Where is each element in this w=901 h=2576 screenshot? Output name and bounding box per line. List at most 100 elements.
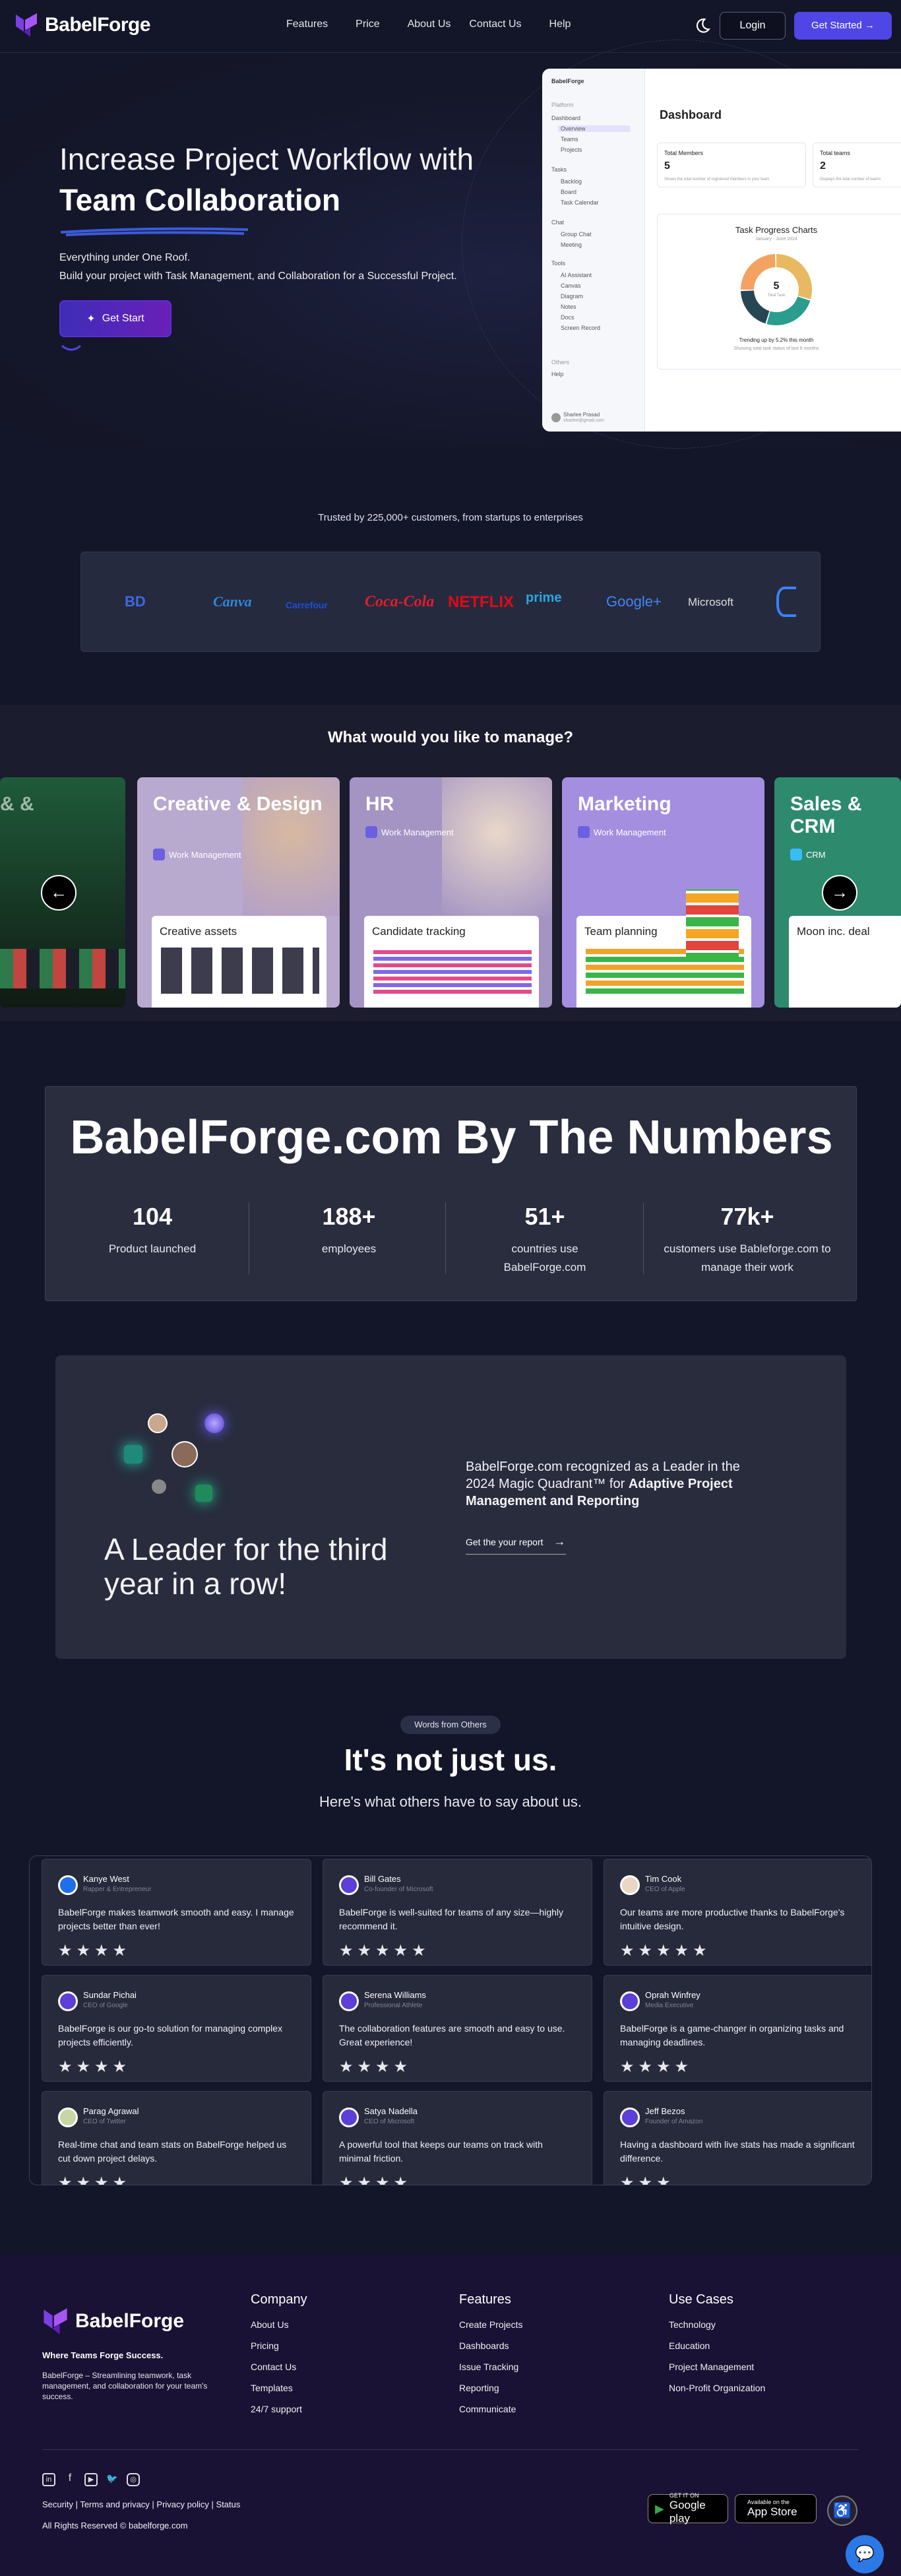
- footer-legal-links[interactable]: Security | Terms and privacy | Privacy p…: [42, 2499, 240, 2509]
- footer-link-education[interactable]: Education: [669, 2340, 765, 2362]
- work-management-icon: [153, 849, 165, 860]
- side-notes[interactable]: Notes: [561, 304, 576, 310]
- get-start-button[interactable]: ✦ Get Start: [59, 300, 171, 337]
- card-hr[interactable]: HR Work Management Candidate tracking: [350, 777, 552, 1008]
- stat-countries-label: countries use BabelForge.com: [503, 1242, 586, 1273]
- accessibility-button[interactable]: ♿: [827, 2496, 857, 2526]
- testimonial-quote: BabelForge is well-suited for teams of a…: [339, 1907, 564, 1931]
- testimonial-avatar: [58, 1991, 78, 2011]
- nav-link-contact[interactable]: Contact Us: [460, 18, 530, 30]
- dashboard-brand: BabelForge: [551, 78, 584, 84]
- get-started-button[interactable]: Get Started →: [794, 12, 892, 40]
- nav-links: Features Price About Us Contact Us Help: [277, 18, 589, 30]
- leader-chat-icon: [124, 1445, 142, 1464]
- side-backlog[interactable]: Backlog: [561, 178, 582, 185]
- dark-mode-moon-icon[interactable]: [694, 17, 711, 34]
- footer-link-communicate[interactable]: Communicate: [459, 2404, 522, 2425]
- testimonial-quote: Our teams are more productive thanks to …: [620, 1907, 845, 1931]
- card-creative-tag-label: Work Management: [169, 849, 241, 860]
- side-tasks[interactable]: Tasks: [551, 166, 567, 173]
- card-creative-design[interactable]: Creative & Design Work Management Creati…: [137, 777, 340, 1008]
- side-meeting[interactable]: Meeting: [561, 242, 582, 248]
- google-play-badge[interactable]: ▶ GET IT ON Google play: [648, 2492, 728, 2525]
- card-marketing[interactable]: Marketing Work Management Team planning: [562, 777, 764, 1008]
- sparkle-icon: ✦: [86, 313, 96, 325]
- testimonial-name: Jeff Bezos: [645, 2106, 685, 2116]
- stat-customers-value: 77k+: [720, 1203, 774, 1230]
- marketing-status-dropdown: [686, 889, 739, 962]
- appstore-small: Available on the: [747, 2499, 790, 2505]
- logo-prime: prime: [526, 591, 562, 605]
- side-screen-record[interactable]: Screen Record: [561, 325, 600, 331]
- side-tools[interactable]: Tools: [551, 260, 565, 267]
- side-projects[interactable]: Projects: [561, 146, 582, 153]
- logo-canva: Canva: [213, 593, 252, 610]
- footer-link-support[interactable]: 24/7 support: [251, 2404, 307, 2425]
- side-docs[interactable]: Docs: [561, 314, 575, 321]
- stat-products: 104 Product launched: [53, 1203, 251, 1258]
- footer-link-about[interactable]: About Us: [251, 2319, 307, 2340]
- carousel-prev-button[interactable]: ←: [41, 875, 77, 911]
- side-canvas[interactable]: Canvas: [561, 282, 581, 289]
- app-store-badge[interactable]: Available on the App Store: [735, 2494, 817, 2523]
- leader-lock-icon: [195, 1485, 212, 1502]
- logo-coca-cola: Coca-Cola: [365, 593, 435, 610]
- card-hr-pane: Candidate tracking: [364, 916, 539, 1008]
- footer-link-contact[interactable]: Contact Us: [251, 2362, 307, 2383]
- nav-link-about[interactable]: About Us: [398, 18, 460, 30]
- hero-line-2: Build your project with Task Management,…: [59, 271, 457, 282]
- arrow-right-icon: →: [553, 1535, 566, 1548]
- footer-link-dashboards[interactable]: Dashboards: [459, 2340, 522, 2362]
- nav-link-help[interactable]: Help: [531, 18, 590, 30]
- side-overview[interactable]: Overview: [558, 125, 631, 132]
- stat-countries-value: 51+: [524, 1203, 565, 1230]
- arrow-right-icon: →: [864, 20, 875, 31]
- twitter-icon[interactable]: 🐦: [106, 2473, 119, 2486]
- carousel-next-button[interactable]: →: [822, 875, 857, 911]
- footer-link-issue-tracking[interactable]: Issue Tracking: [459, 2362, 522, 2383]
- instagram-icon[interactable]: ◎: [127, 2473, 140, 2486]
- side-chat[interactable]: Chat: [551, 219, 564, 226]
- side-teams[interactable]: Teams: [561, 136, 578, 143]
- testimonials-grid: Kanye West Rapper & Entrepreneur BabelForg…: [29, 1855, 872, 2185]
- nav-link-price[interactable]: Price: [337, 18, 398, 30]
- testimonial-quote: A powerful tool that keeps our teams on …: [339, 2139, 543, 2164]
- side-ai-assistant[interactable]: AI Assistant: [561, 272, 592, 278]
- footer-link-non-profit[interactable]: Non-Profit Organization: [669, 2383, 765, 2404]
- footer-link-technology[interactable]: Technology: [669, 2319, 765, 2340]
- side-group-chat[interactable]: Group Chat: [561, 231, 592, 238]
- testimonial-avatar: [620, 1991, 640, 2011]
- youtube-icon[interactable]: ▶: [84, 2473, 98, 2486]
- chat-widget-button[interactable]: 💬: [846, 2535, 884, 2573]
- footer-link-create-projects[interactable]: Create Projects: [459, 2319, 522, 2340]
- stat-card-members: Total Members 5 Shows the total number o…: [657, 143, 806, 187]
- footer-link-project-management[interactable]: Project Management: [669, 2362, 765, 2383]
- side-dashboard[interactable]: Dashboard: [551, 115, 580, 121]
- testimonials-title: It's not just us.: [344, 1743, 557, 1777]
- linkedin-icon[interactable]: in: [42, 2473, 55, 2486]
- footer-use-cases: Use Cases Technology Education Project M…: [669, 2292, 765, 2404]
- facebook-icon[interactable]: f: [63, 2473, 77, 2486]
- footer-link-templates[interactable]: Templates: [251, 2383, 307, 2404]
- task-progress-card: Task Progress Charts January - June 2024…: [657, 214, 901, 370]
- testimonial-name: Oprah Winfrey: [645, 1990, 700, 2000]
- card-hr-tag-label: Work Management: [381, 827, 454, 837]
- card-sales-pane: Moon inc. deal: [789, 916, 901, 1008]
- footer-brand: BabelForge: [75, 2310, 185, 2332]
- brand-logo[interactable]: BabelForge: [15, 12, 151, 38]
- footer-link-reporting[interactable]: Reporting: [459, 2383, 522, 2404]
- testimonial-name: Serena Williams: [364, 1990, 426, 2000]
- stat-divider: [445, 1203, 446, 1274]
- footer-link-pricing[interactable]: Pricing: [251, 2340, 307, 2362]
- side-diagram[interactable]: Diagram: [561, 293, 583, 300]
- side-board[interactable]: Board: [561, 189, 576, 195]
- footer-logo[interactable]: BabelForge: [42, 2307, 184, 2336]
- trusted-text: Trusted by 225,000+ customers, from star…: [318, 512, 583, 523]
- testimonial-card: Satya Nadella CEO of Microsoft A powerful …: [323, 2091, 592, 2185]
- login-button[interactable]: Login: [720, 12, 786, 40]
- testimonial-quote: BabelForge is our go-to solution for man…: [58, 2023, 283, 2047]
- nav-link-features[interactable]: Features: [277, 18, 337, 30]
- side-task-calendar[interactable]: Task Calendar: [561, 199, 599, 206]
- side-help[interactable]: Help: [551, 371, 564, 377]
- get-report-link[interactable]: Get the your report →: [466, 1535, 566, 1555]
